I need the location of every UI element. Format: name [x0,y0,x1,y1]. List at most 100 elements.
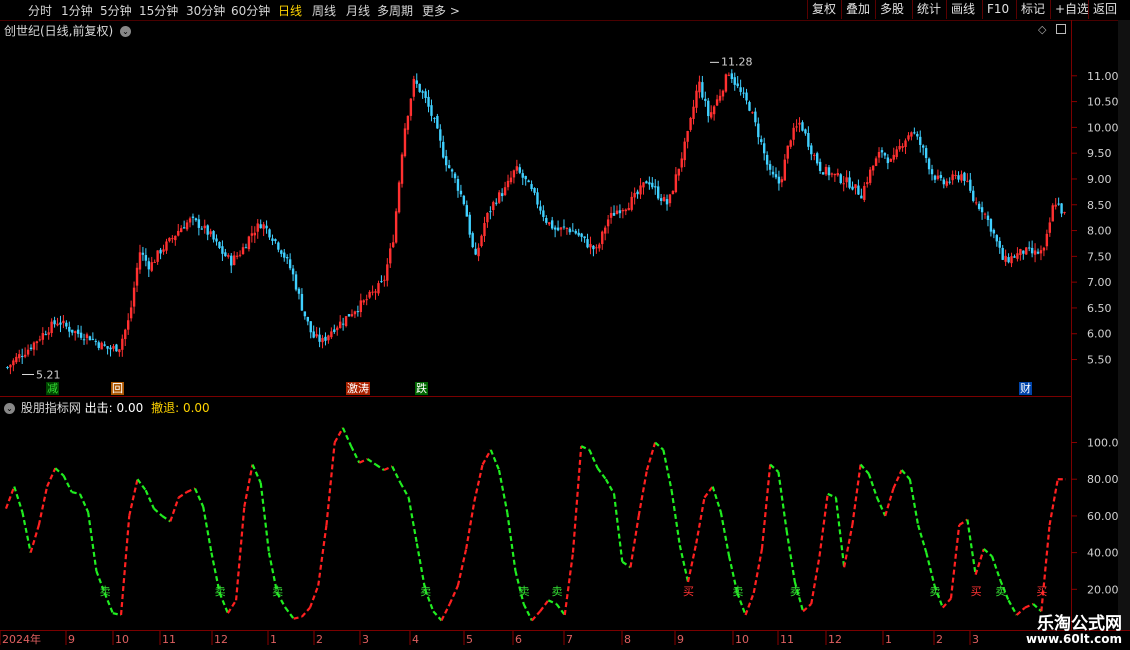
candle-body [386,264,389,281]
osc-segment [506,512,517,572]
candle-body [135,267,139,286]
osc-label-2: 60.00 [1087,510,1119,523]
candle-body [877,152,881,158]
candle-body [182,227,186,229]
osc-segment [136,478,147,491]
osc-segment [769,463,780,473]
osc-segment [333,427,344,444]
candle-body [533,187,536,193]
candle-body [762,143,766,154]
candle-body [350,314,354,317]
price-label-6: 8.50 [1087,199,1112,212]
candle-body [515,166,519,171]
event-marker-3[interactable]: 跌 [415,382,428,395]
candle-body [836,173,840,176]
event-marker-0[interactable]: 减 [46,382,59,395]
candle-body [916,134,919,137]
x-label-8: 4 [412,633,419,646]
candle-body [403,128,407,157]
x-label-12: 8 [624,633,631,646]
price-label-11: 11.00 [1087,70,1119,83]
candle-body [238,254,242,256]
candle-body [712,106,716,115]
candle-body [253,232,257,236]
candle-body [327,335,330,341]
candle-body [898,146,901,150]
candle-body [227,255,230,257]
candle-body [580,233,583,237]
price-label-3: 7.00 [1087,276,1112,289]
candle-body [377,283,380,294]
candle-body [103,344,106,346]
candle-body [904,140,907,147]
osc-segment [539,599,550,612]
candle-body [59,322,62,325]
osc-segment [234,506,246,601]
candle-body [868,169,872,183]
candle-body [833,173,837,176]
x-label-6: 2 [316,633,323,646]
candle-body [851,186,854,190]
candle-body [65,322,68,327]
event-marker-4[interactable]: 财 [1019,382,1032,395]
watermark-url: www.60lt.com [1025,632,1122,646]
candle-body [757,123,760,138]
x-label-4: 12 [214,633,228,646]
candle-body [150,262,153,271]
candle-body [930,169,934,175]
candle-body [212,231,215,240]
osc-segment [531,610,541,622]
candle-body [1013,256,1016,258]
candle-body [586,239,589,248]
candle-body [477,247,480,257]
osc-segment [1024,602,1034,609]
candle-body [412,78,416,97]
candle-body [721,90,725,97]
candle-body [874,158,878,166]
candle-body [889,158,893,162]
candle-body [1001,247,1004,260]
candle-body [545,218,548,223]
candle-body [315,334,318,337]
candle-body [936,175,940,179]
osc-segment [917,524,928,553]
candle-body [659,198,663,201]
chart-canvas[interactable]: 5.50 6.00 6.50 7.00 7.50 8.00 8.50 9.00 9.50 10.0… [0,0,1130,650]
osc-segment [810,556,821,605]
candle-body [23,354,27,357]
candle-body [221,246,224,254]
osc-segment [752,548,764,594]
candle-body [548,222,551,225]
osc-segment [375,463,385,471]
candle-body [26,349,30,355]
candle-body [733,77,736,85]
candle-body [786,145,789,159]
osc-segment [571,446,583,553]
candle-body [1045,233,1049,247]
candle-body [980,207,984,213]
candle-body [1025,247,1028,255]
candle-body [129,307,133,319]
osc-segment [966,519,977,575]
candle-body [230,255,233,266]
osc-segment [777,471,788,531]
candle-body [321,338,324,343]
candle-body [536,192,539,205]
osc-segment [719,512,731,557]
candle-body [297,288,301,294]
high-marker: 11.28 [721,55,753,68]
candle-body [285,256,289,259]
osc-segment [827,492,837,499]
event-marker-1[interactable]: 回 [111,382,124,395]
candle-body [630,196,633,210]
osc-segment [4,486,16,509]
event-marker-2[interactable]: 激涛 [346,382,370,395]
candle-body [427,96,430,107]
candle-body [957,175,960,180]
osc-segment [341,427,353,447]
price-label-8: 9.50 [1087,147,1112,160]
candle-body [642,182,645,188]
candle-body [165,241,168,251]
candle-body [421,91,424,93]
candle-body [371,291,374,293]
